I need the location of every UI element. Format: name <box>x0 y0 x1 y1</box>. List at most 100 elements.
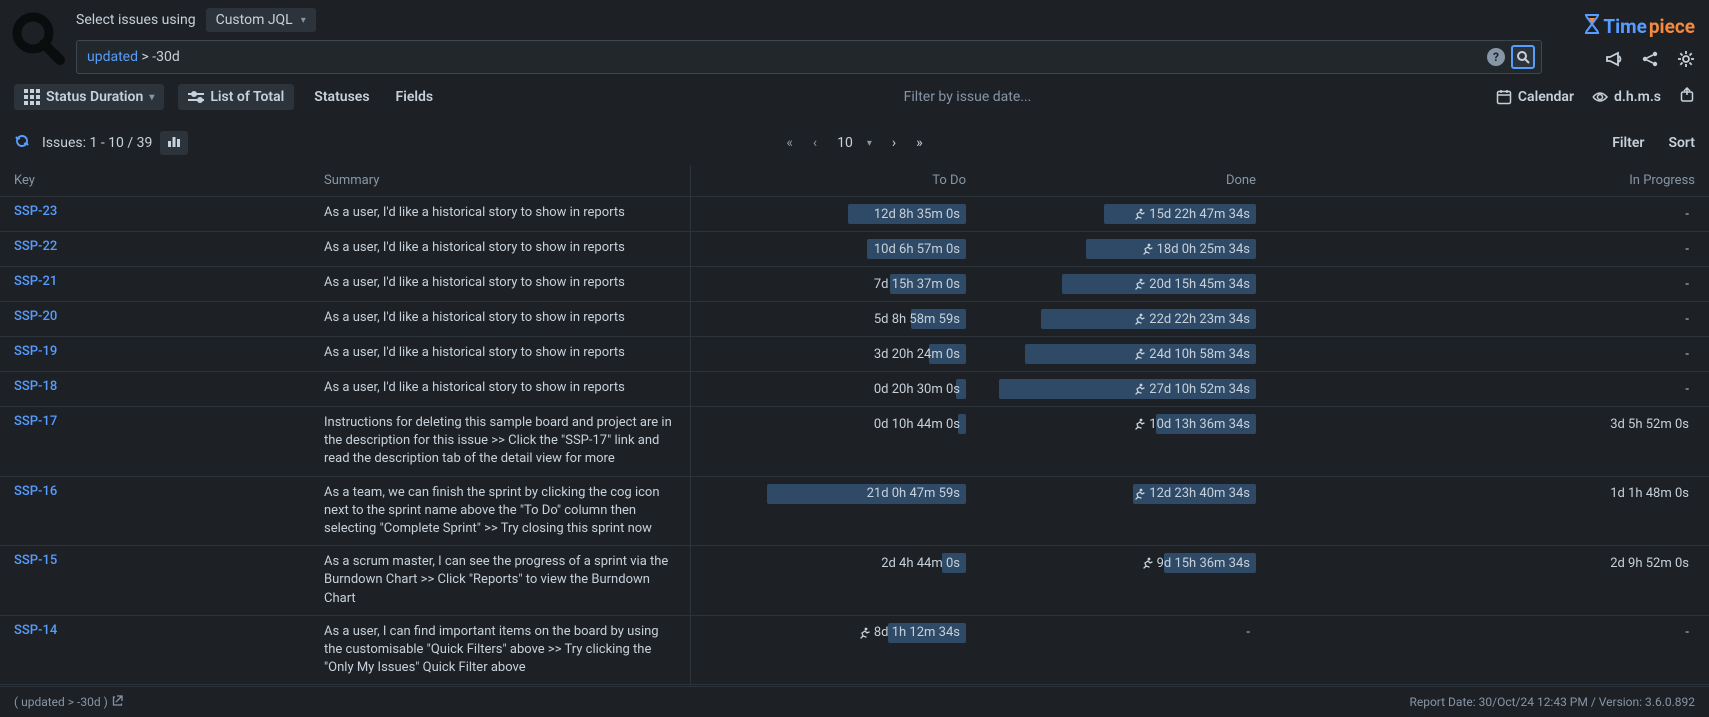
calendar-button[interactable]: Calendar <box>1496 89 1574 105</box>
results-table: Key Summary To Do Done In Progress SSP-2… <box>0 165 1709 685</box>
running-icon <box>1133 313 1145 325</box>
dhms-label: d.h.m.s <box>1614 89 1661 105</box>
page-prev-icon[interactable]: ‹ <box>813 135 817 151</box>
cell-todo: 3d 20h 24m 0s <box>690 337 980 372</box>
cell-inprogress: 3d 5h 52m 0s <box>1270 407 1709 477</box>
issue-key-link[interactable]: SSP-20 <box>14 309 57 324</box>
help-icon[interactable]: ? <box>1487 48 1505 66</box>
cell-inprogress: 1d 1h 48m 0s <box>1270 476 1709 546</box>
col-header-inprogress[interactable]: In Progress <box>1270 165 1709 197</box>
cell-todo: 21d 0h 47m 59s <box>690 476 980 546</box>
statuses-link[interactable]: Statuses <box>308 84 375 110</box>
issue-key-link[interactable]: SSP-16 <box>14 484 57 499</box>
table-row: SSP-16 As a team, we can finish the sprin… <box>0 476 1709 546</box>
page-last-icon[interactable]: » <box>916 135 923 151</box>
issue-key-link[interactable]: SSP-14 <box>14 623 57 638</box>
table-row: SSP-20 As a user, I'd like a historical s… <box>0 302 1709 337</box>
issue-key-link[interactable]: SSP-23 <box>14 204 57 219</box>
issue-key-link[interactable]: SSP-15 <box>14 553 57 568</box>
page-size-value: 10 <box>837 135 853 151</box>
issue-summary: As a user, I can find important items on… <box>324 623 676 678</box>
grid-icon <box>24 89 40 105</box>
cell-todo: 7d 15h 37m 0s <box>690 267 980 302</box>
hourglass-icon <box>1583 14 1601 39</box>
issue-summary: As a team, we can finish the sprint by c… <box>324 484 676 539</box>
cell-todo: 8d 1h 12m 34s <box>690 615 980 685</box>
bar-chart-icon <box>167 135 181 147</box>
pagination: « ‹ 10 ▾ › » <box>786 135 922 151</box>
eye-icon <box>1592 89 1608 105</box>
cell-done: 10d 13h 36m 34s <box>980 407 1270 477</box>
running-icon <box>1133 488 1145 500</box>
export-icon[interactable] <box>1679 87 1695 108</box>
issue-summary: As a scrum master, I can see the progres… <box>324 553 676 608</box>
col-header-done[interactable]: Done <box>980 165 1270 197</box>
chart-toggle-button[interactable] <box>160 131 188 155</box>
status-duration-label: Status Duration <box>46 89 143 105</box>
cell-inprogress: - <box>1270 197 1709 232</box>
announce-icon[interactable] <box>1605 50 1623 73</box>
filter-button[interactable]: Filter <box>1612 135 1644 151</box>
issues-count-label: Issues: 1 - 10 / 39 <box>42 135 152 151</box>
page-first-icon[interactable]: « <box>786 135 793 151</box>
cell-todo: 0d 20h 30m 0s <box>690 372 980 407</box>
cell-done: 15d 22h 47m 34s <box>980 197 1270 232</box>
col-header-todo[interactable]: To Do <box>690 165 980 197</box>
running-icon <box>1133 278 1145 290</box>
running-icon <box>1133 383 1145 395</box>
search-button[interactable] <box>1511 45 1535 69</box>
jql-search-bar[interactable]: updated > -30d ? <box>76 40 1542 74</box>
chevron-down-icon: ▾ <box>867 138 872 149</box>
cell-done: 24d 10h 58m 34s <box>980 337 1270 372</box>
running-icon <box>1133 418 1145 430</box>
chevron-down-icon: ▾ <box>149 92 154 103</box>
table-row: SSP-18As a user, I'd like a historical s… <box>0 372 1709 407</box>
running-icon <box>1133 348 1145 360</box>
page-size-dropdown[interactable]: 10 ▾ <box>837 135 872 151</box>
jql-mode-dropdown[interactable]: Custom JQL ▾ <box>206 8 316 32</box>
sort-button[interactable]: Sort <box>1668 135 1695 151</box>
issue-summary: As a user, I'd like a historical story t… <box>324 309 676 327</box>
fields-link[interactable]: Fields <box>390 84 440 110</box>
status-duration-dropdown[interactable]: Status Duration ▾ <box>14 84 164 110</box>
issue-key-link[interactable]: SSP-17 <box>14 414 57 429</box>
issue-key-link[interactable]: SSP-21 <box>14 274 57 289</box>
cell-todo: 2d 4h 44m 0s <box>690 546 980 616</box>
cell-inprogress: - <box>1270 337 1709 372</box>
time-format-button[interactable]: d.h.m.s <box>1592 89 1661 105</box>
table-row: SSP-17 Instructions for deleting this sam… <box>0 407 1709 477</box>
cell-todo: 12d 8h 35m 0s <box>690 197 980 232</box>
brand-logo: Timepiece <box>1583 14 1695 39</box>
cell-done: 22d 22h 23m 34s <box>980 302 1270 337</box>
page-next-icon[interactable]: › <box>892 135 896 151</box>
running-icon <box>1133 208 1145 220</box>
brand-text-1: Time <box>1603 15 1647 38</box>
chevron-down-icon: ▾ <box>301 15 306 26</box>
cell-inprogress: - <box>1270 615 1709 685</box>
gear-icon[interactable] <box>1677 50 1695 73</box>
issue-key-link[interactable]: SSP-18 <box>14 379 57 394</box>
share-icon[interactable] <box>1641 50 1659 73</box>
cell-done: 18d 0h 25m 34s <box>980 232 1270 267</box>
issue-summary: As a user, I'd like a historical story t… <box>324 204 676 222</box>
jql-rest: > -30d <box>138 49 180 65</box>
footer-query-link[interactable]: ( updated > -30d ) <box>14 695 123 709</box>
cell-inprogress: - <box>1270 267 1709 302</box>
select-issues-label: Select issues using <box>76 12 196 28</box>
running-icon <box>1141 557 1153 569</box>
sliders-icon <box>188 90 204 104</box>
footer-query-text: ( updated > -30d ) <box>14 695 108 709</box>
calendar-icon <box>1496 89 1512 105</box>
issue-key-link[interactable]: SSP-19 <box>14 344 57 359</box>
cell-inprogress: - <box>1270 372 1709 407</box>
col-header-key[interactable]: Key <box>0 165 310 197</box>
refresh-icon[interactable] <box>14 133 30 153</box>
col-header-summary[interactable]: Summary <box>310 165 690 197</box>
issue-summary: Instructions for deleting this sample bo… <box>324 414 676 469</box>
filter-date-input[interactable]: Filter by issue date... <box>904 89 1032 105</box>
table-row: SSP-19As a user, I'd like a historical s… <box>0 337 1709 372</box>
list-of-total-button[interactable]: List of Total <box>178 84 294 110</box>
issue-key-link[interactable]: SSP-22 <box>14 239 57 254</box>
app-logo-magnifier-icon <box>8 8 68 68</box>
cell-done: 27d 10h 52m 34s <box>980 372 1270 407</box>
